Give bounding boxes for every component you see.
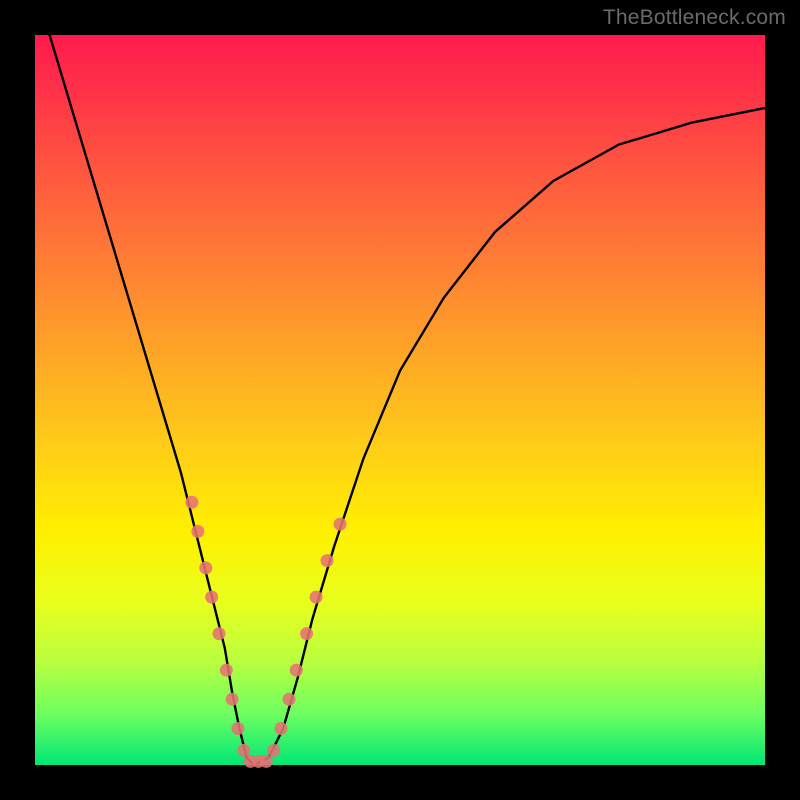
highlight-dot: [267, 744, 280, 757]
highlight-dot: [191, 525, 204, 538]
highlight-dot: [310, 591, 323, 604]
highlight-dot: [226, 693, 239, 706]
highlight-dot: [275, 722, 288, 735]
plot-area: [35, 35, 765, 765]
highlight-dot: [283, 693, 296, 706]
highlight-dot: [220, 664, 233, 677]
curve-svg: [35, 35, 765, 765]
highlight-dot: [205, 591, 218, 604]
watermark-text: TheBottleneck.com: [603, 6, 786, 30]
highlight-dot: [231, 722, 244, 735]
highlight-dot: [185, 496, 198, 509]
highlight-dot: [237, 744, 250, 757]
highlight-dot: [199, 561, 212, 574]
highlight-dots: [185, 496, 346, 768]
highlight-dot: [290, 664, 303, 677]
highlight-dot: [321, 554, 334, 567]
bottleneck-curve: [50, 35, 765, 765]
highlight-dot: [213, 627, 226, 640]
highlight-dot: [334, 518, 347, 531]
highlight-dot: [260, 755, 273, 768]
chart-frame: TheBottleneck.com: [0, 0, 800, 800]
highlight-dot: [300, 627, 313, 640]
